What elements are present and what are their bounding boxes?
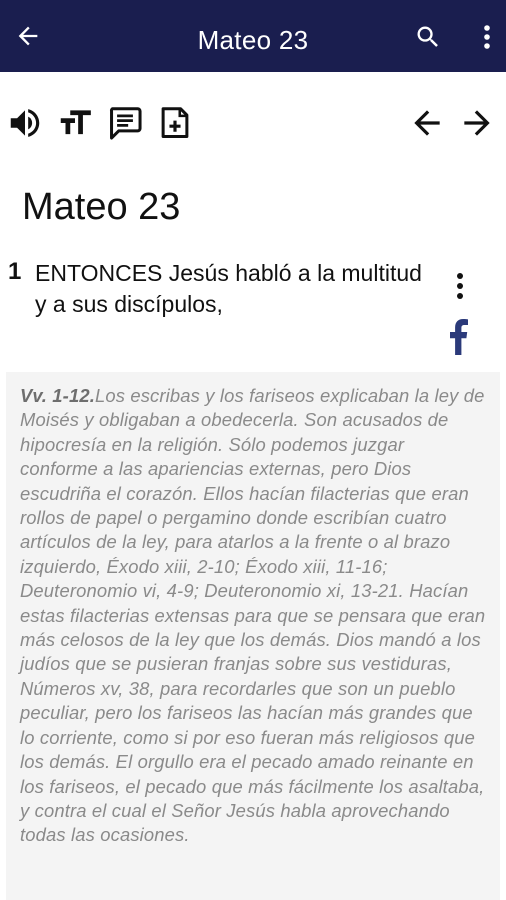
arrow-left-icon [414,110,440,136]
more-vert-icon [457,273,463,299]
verse-options-button[interactable] [450,270,470,304]
facebook-share-button[interactable] [450,318,472,356]
arrow-right-icon [464,110,490,136]
search-button[interactable] [414,23,442,51]
more-vert-icon [484,25,490,49]
next-chapter-button[interactable] [458,104,496,142]
commentary-panel: Vv. 1-12.Los escribas y los fariseos exp… [6,372,500,900]
previous-chapter-button[interactable] [408,104,446,142]
speaker-icon [10,109,40,137]
text-size-button[interactable] [56,104,94,142]
app-bar: Mateo 23 [0,0,506,72]
add-note-button[interactable] [156,104,194,142]
overflow-menu-button[interactable] [476,22,498,52]
audio-button[interactable] [6,104,44,142]
comment-button[interactable] [106,104,144,142]
comment-icon [109,107,142,140]
commentary-reference: Vv. 1-12. [20,385,95,406]
commentary-text: Los escribas y los fariseos explicaban l… [20,385,486,846]
reader-toolbar [0,100,506,150]
search-icon [417,26,438,47]
verse-number: 1 [8,258,22,285]
verse-text: ENTONCES Jesús habló a la multitud y a s… [35,260,422,317]
facebook-icon [450,319,468,355]
text-size-icon [60,110,91,135]
chapter-title: Mateo 23 [22,186,181,228]
note-add-icon [161,107,189,138]
